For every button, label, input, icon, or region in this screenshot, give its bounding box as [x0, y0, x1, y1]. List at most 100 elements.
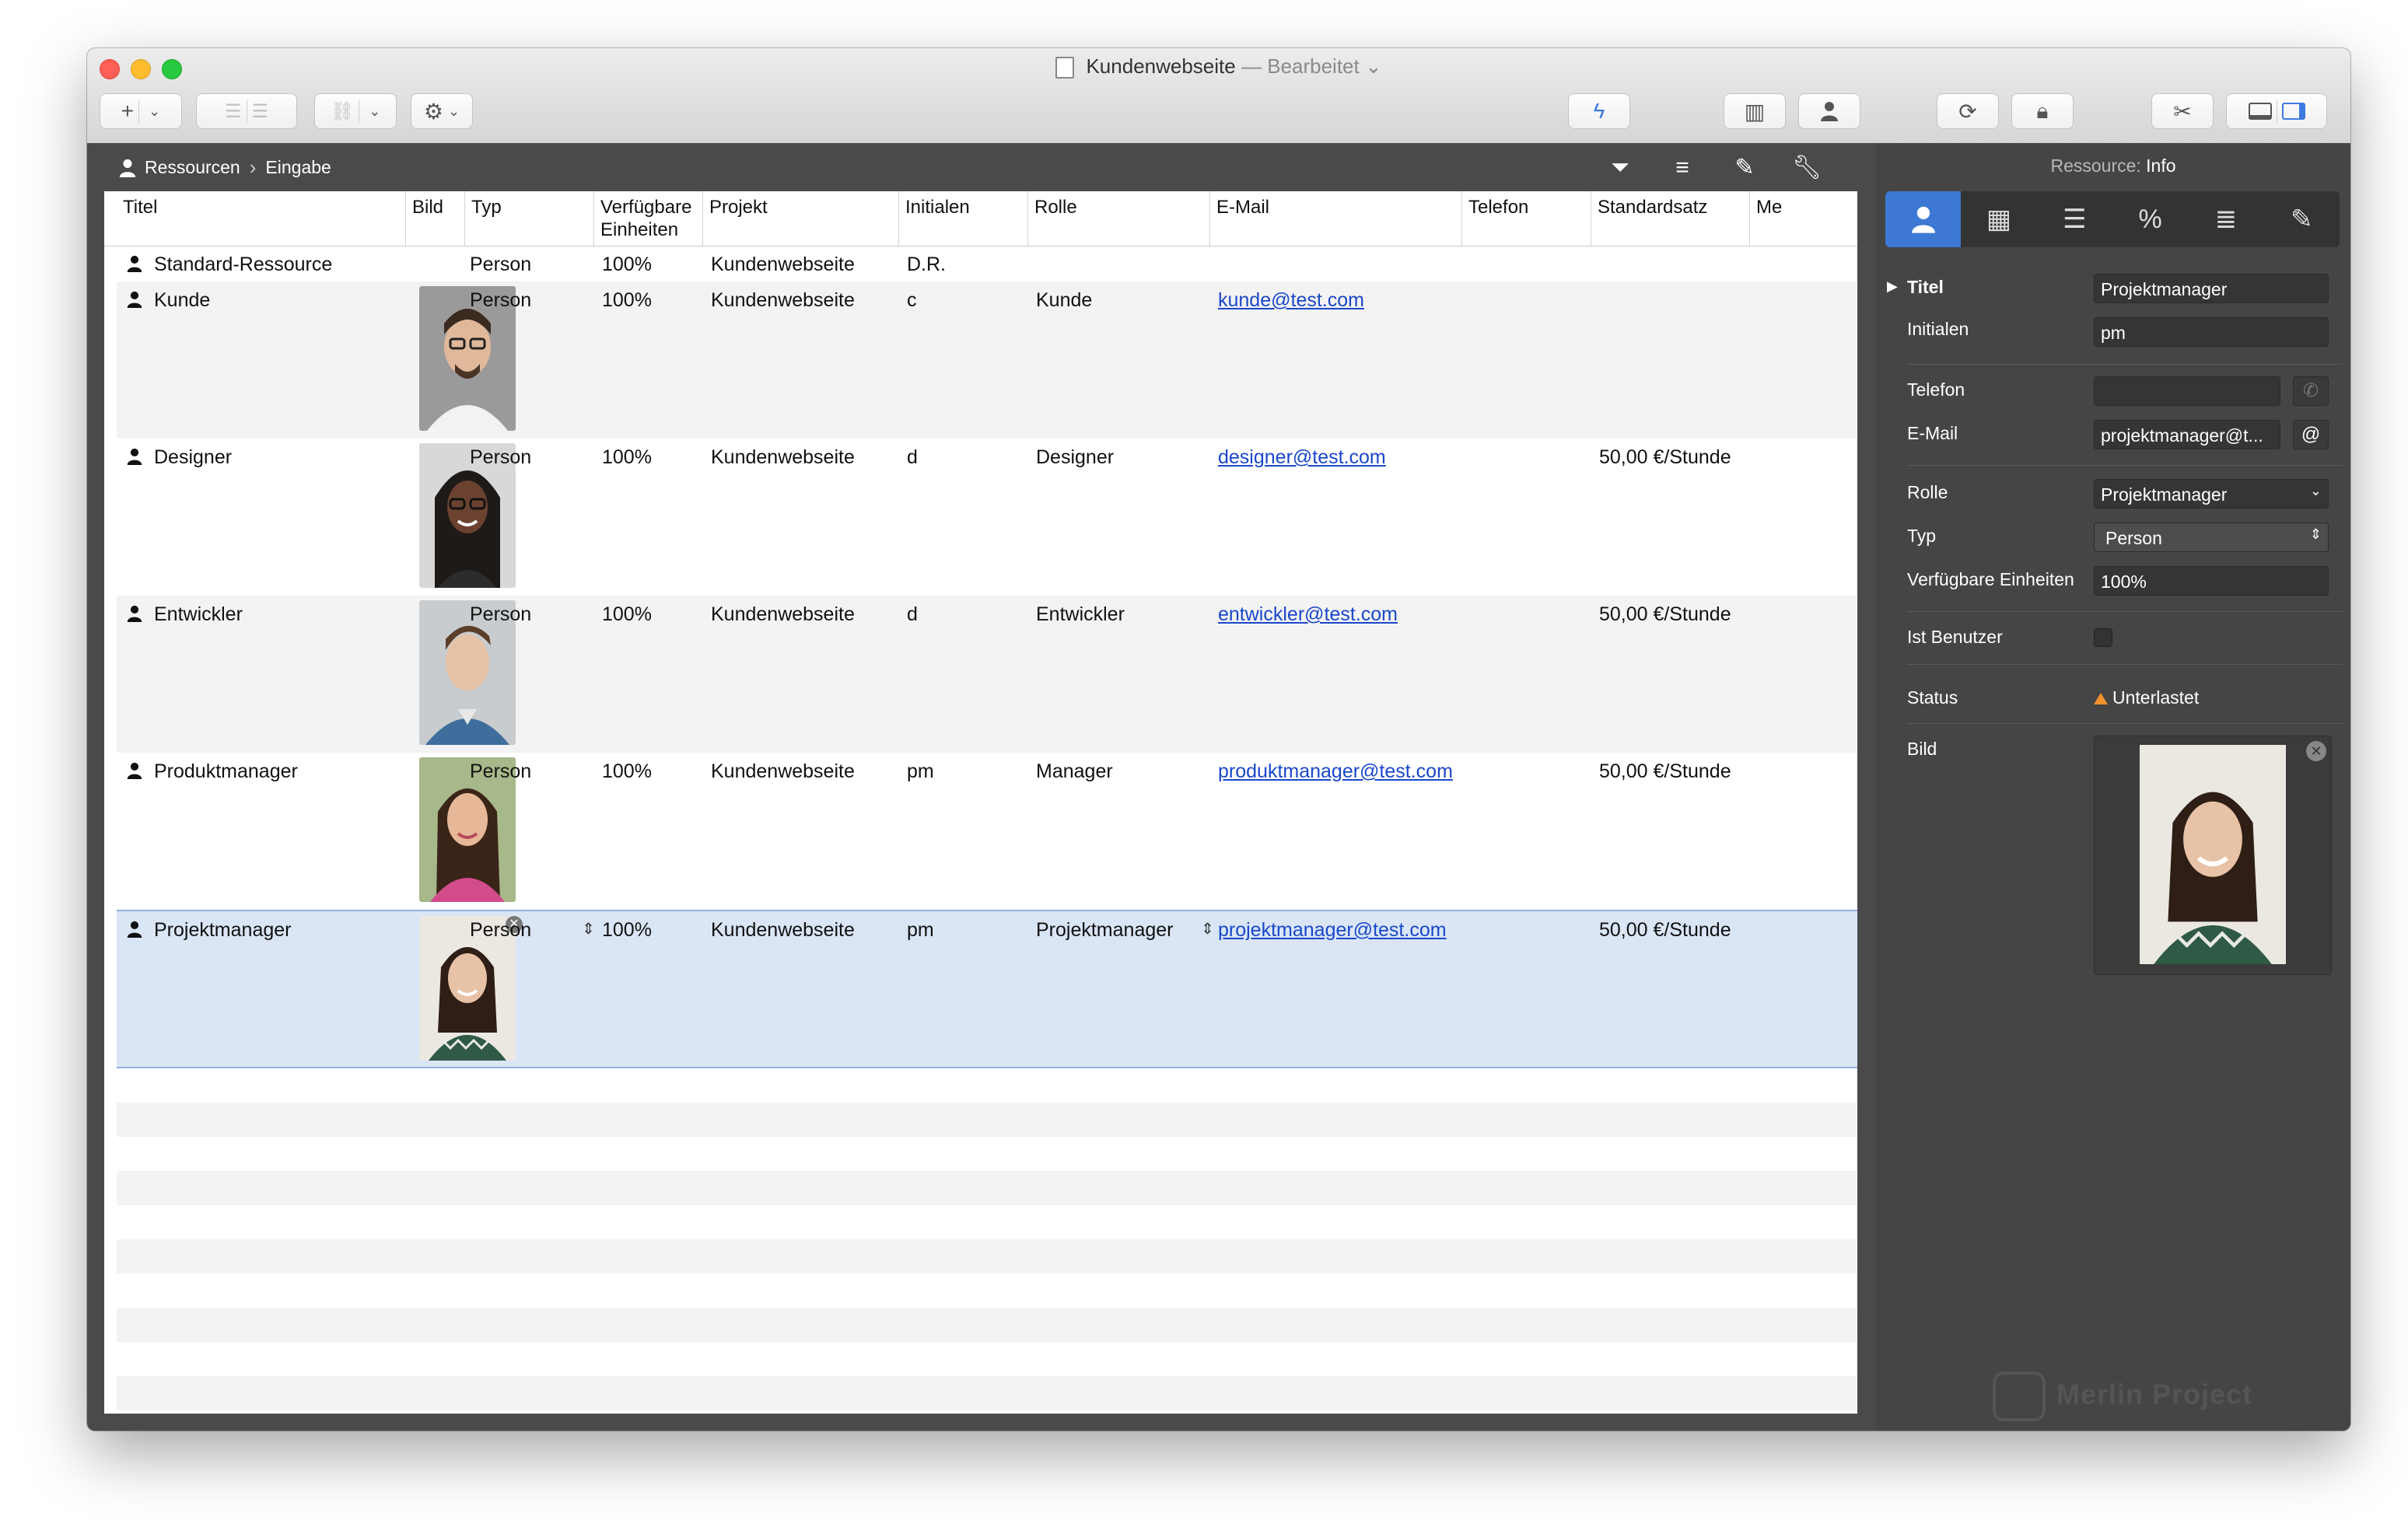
column-header-rolle[interactable]: Rolle	[1028, 191, 1210, 246]
tab-calendar[interactable]: ▦	[1961, 191, 2036, 247]
wrench-icon[interactable]: 🔧︎	[1790, 152, 1823, 184]
tools-button[interactable]: ✂	[2151, 93, 2214, 129]
cell-typ[interactable]: Person	[470, 919, 531, 942]
cell-initialen: d	[907, 603, 918, 625]
cell-email-link[interactable]: designer@test.com	[1218, 446, 1386, 469]
disclosure-triangle-icon[interactable]: ▶	[1887, 278, 1898, 295]
cell-rolle[interactable]: Projektmanager	[1036, 919, 1173, 942]
inspector-tabs: ▦ ☰ % ≣ ✎	[1885, 191, 2340, 247]
rolle-popup-stepper-icon[interactable]: ⇕	[1201, 919, 1214, 939]
link-button[interactable]: ⛓ ⌄	[314, 93, 397, 129]
clear-image-icon[interactable]: ✕	[2306, 741, 2326, 761]
inspector-heading-title: Info	[2146, 156, 2176, 176]
email-label: E-Mail	[1907, 423, 1958, 443]
column-header-bild[interactable]: Bild	[406, 191, 465, 246]
table-header: Titel Bild Typ Verfügbare Einheiten Proj…	[104, 191, 1857, 246]
send-email-button[interactable]: @	[2293, 420, 2329, 449]
person-icon	[1821, 102, 1838, 121]
initialen-input[interactable]: pm	[2094, 317, 2329, 347]
person-icon	[1911, 206, 1935, 233]
cell-einheiten: 100%	[602, 289, 652, 311]
bolt-icon: ϟ	[1593, 99, 1605, 123]
panel-toggle-group[interactable]	[2226, 93, 2327, 129]
inspector-panel: Ressource: Info ▦ ☰ % ≣ ✎ ▶ Titel Projek…	[1876, 143, 2350, 1431]
chevron-right-icon: ›	[249, 156, 257, 179]
column-header-more[interactable]: Me	[1750, 191, 1857, 246]
document-icon	[1055, 57, 1075, 79]
table-row[interactable]: Entwickler Person 100% Kundenwebseite d …	[117, 596, 1857, 753]
column-header-titel[interactable]: Titel	[117, 191, 406, 246]
person-icon	[127, 762, 142, 779]
column-header-telefon[interactable]: Telefon	[1462, 191, 1591, 246]
cell-standardsatz[interactable]: 50,00 €/Stunde	[1599, 919, 1731, 942]
lock-icon: 🔒︎	[2036, 98, 2049, 123]
cell-initialen[interactable]: pm	[907, 919, 934, 942]
cell-email-link[interactable]: projektmanager@test.com	[1218, 919, 1447, 942]
add-button[interactable]: + ⌄	[100, 93, 182, 129]
library-button[interactable]: ▥	[1724, 93, 1786, 129]
einheiten-label: Verfügbare Einheiten	[1907, 569, 2074, 589]
lock-button[interactable]: 🔒︎	[2011, 93, 2074, 129]
right-panel-icon[interactable]	[2281, 103, 2305, 120]
watermark-text: Merlin Project	[2056, 1378, 2253, 1410]
cell-initialen: d	[907, 446, 918, 468]
empty-row	[117, 1239, 1857, 1274]
ist-benutzer-checkbox[interactable]	[2094, 628, 2112, 647]
gear-icon: ⚙	[423, 99, 443, 124]
cell-projekt: Kundenwebseite	[711, 603, 855, 625]
cell-email-link[interactable]: kunde@test.com	[1218, 289, 1364, 312]
breadcrumb-current[interactable]: Eingabe	[265, 157, 331, 178]
filter-icon[interactable]: ⏷	[1604, 152, 1636, 184]
column-header-standardsatz[interactable]: Standardsatz	[1591, 191, 1750, 246]
chevron-down-icon: ⌄	[149, 103, 161, 119]
column-header-einheiten[interactable]: Verfügbare Einheiten	[594, 191, 703, 246]
rolle-label: Rolle	[1907, 482, 1948, 502]
cell-projekt: Kundenwebseite	[711, 760, 855, 782]
breadcrumb-root[interactable]: Ressourcen	[145, 157, 240, 178]
cell-email-link[interactable]: entwickler@test.com	[1218, 603, 1398, 626]
tab-utilization[interactable]: %	[2112, 191, 2188, 247]
chevron-down-icon[interactable]: ⌄	[2310, 483, 2322, 499]
chevron-down-icon: ⌄	[448, 103, 460, 119]
email-input[interactable]: projektmanager@t...	[2094, 420, 2280, 449]
cell-titel: Projektmanager	[154, 919, 292, 941]
columns-icon[interactable]: ≡	[1666, 152, 1699, 184]
column-header-projekt[interactable]: Projekt	[703, 191, 899, 246]
table-row[interactable]: Produktmanager Person 100% Kundenwebseit…	[117, 753, 1857, 910]
cell-einheiten[interactable]: 100%	[602, 919, 652, 942]
inspector-heading-prefix: Ressource:	[2050, 156, 2141, 176]
table-row[interactable]: Standard-Ressource Person 100% Kundenweb…	[117, 246, 1857, 281]
cell-email-link[interactable]: produktmanager@test.com	[1218, 760, 1453, 783]
column-header-initialen[interactable]: Initialen	[899, 191, 1028, 246]
status-text: Unterlastet	[2112, 687, 2200, 708]
actions-button[interactable]: ϟ	[1568, 93, 1630, 129]
bottom-panel-icon[interactable]	[2248, 103, 2272, 120]
typ-popup[interactable]: Person ⇕	[2094, 523, 2329, 552]
column-header-email[interactable]: E-Mail	[1210, 191, 1462, 246]
telefon-input[interactable]	[2094, 376, 2280, 406]
brush-icon[interactable]: ✎	[1728, 152, 1761, 184]
typ-label: Typ	[1907, 526, 1937, 546]
table-row[interactable]: Designer Person 100% Kundenwebseite d De…	[117, 439, 1857, 596]
gear-menu-button[interactable]: ⚙ ⌄	[411, 93, 473, 129]
tab-info[interactable]	[1885, 191, 1962, 247]
einheiten-input[interactable]: 100%	[2094, 566, 2329, 596]
rolle-combobox[interactable]: Projektmanager ⌄	[2094, 479, 2329, 509]
call-button[interactable]: ✆	[2293, 376, 2329, 406]
titel-input[interactable]: Projektmanager	[2094, 274, 2329, 303]
resources-button[interactable]	[1798, 93, 1860, 129]
column-header-typ[interactable]: Typ	[465, 191, 594, 246]
tab-costs[interactable]: ☰	[2037, 191, 2112, 247]
table-row[interactable]: Kunde Person 100% Kundenwebseite c Kunde…	[117, 281, 1857, 439]
table-row-selected[interactable]: Projektmanager ✕ Person ⇕ 100% Kundenweb…	[117, 910, 1857, 1068]
edit-icon: ✎	[2291, 204, 2313, 234]
empty-row	[117, 1171, 1857, 1205]
tab-notes[interactable]: ✎	[2264, 191, 2340, 247]
sync-button[interactable]: ⟳	[1937, 93, 1999, 129]
cell-initialen: D.R.	[907, 253, 946, 275]
tab-assignments[interactable]: ≣	[2188, 191, 2263, 247]
indent-outdent-group[interactable]: ☰ ☰	[196, 93, 297, 129]
typ-popup-stepper-icon[interactable]: ⇕	[582, 919, 595, 939]
image-well[interactable]: ✕	[2094, 736, 2332, 975]
divider	[1907, 364, 2343, 365]
